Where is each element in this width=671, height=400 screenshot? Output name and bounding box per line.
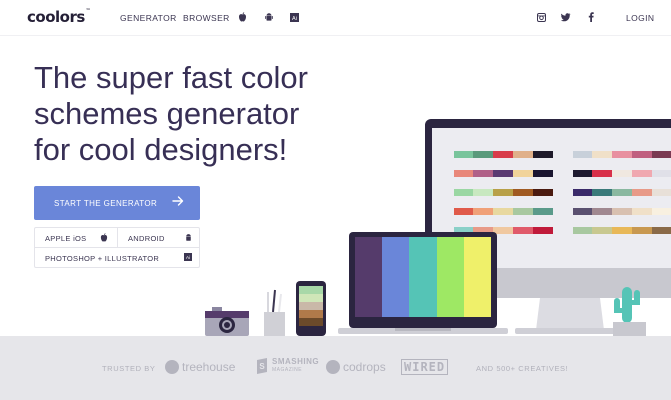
smashing-icon: S <box>257 358 267 374</box>
wired-logo: WIRED <box>401 359 449 375</box>
smashing-logo: S SMASHING MAGAZINE <box>255 358 319 374</box>
camera-illustration <box>205 307 249 336</box>
treehouse-icon <box>165 360 179 374</box>
smashing-sub-label: MAGAZINE <box>272 367 303 373</box>
pencil-cup <box>264 289 285 336</box>
more-creatives-label: AND 500+ CREATIVES! <box>476 364 569 373</box>
trusted-by-footer: TRUSTED BY treehouse S SMASHING MAGAZINE… <box>0 336 671 400</box>
phone <box>296 281 326 336</box>
codrops-icon <box>326 360 340 374</box>
treehouse-label: treehouse <box>182 360 236 374</box>
smashing-label: SMASHING <box>272 357 320 366</box>
svg-text:S: S <box>259 362 265 371</box>
codrops-label: codrops <box>343 360 386 374</box>
codrops-logo: codrops <box>326 360 386 374</box>
treehouse-logo: treehouse <box>165 360 235 374</box>
trusted-by-label: TRUSTED BY <box>102 364 156 373</box>
laptop <box>338 232 508 334</box>
